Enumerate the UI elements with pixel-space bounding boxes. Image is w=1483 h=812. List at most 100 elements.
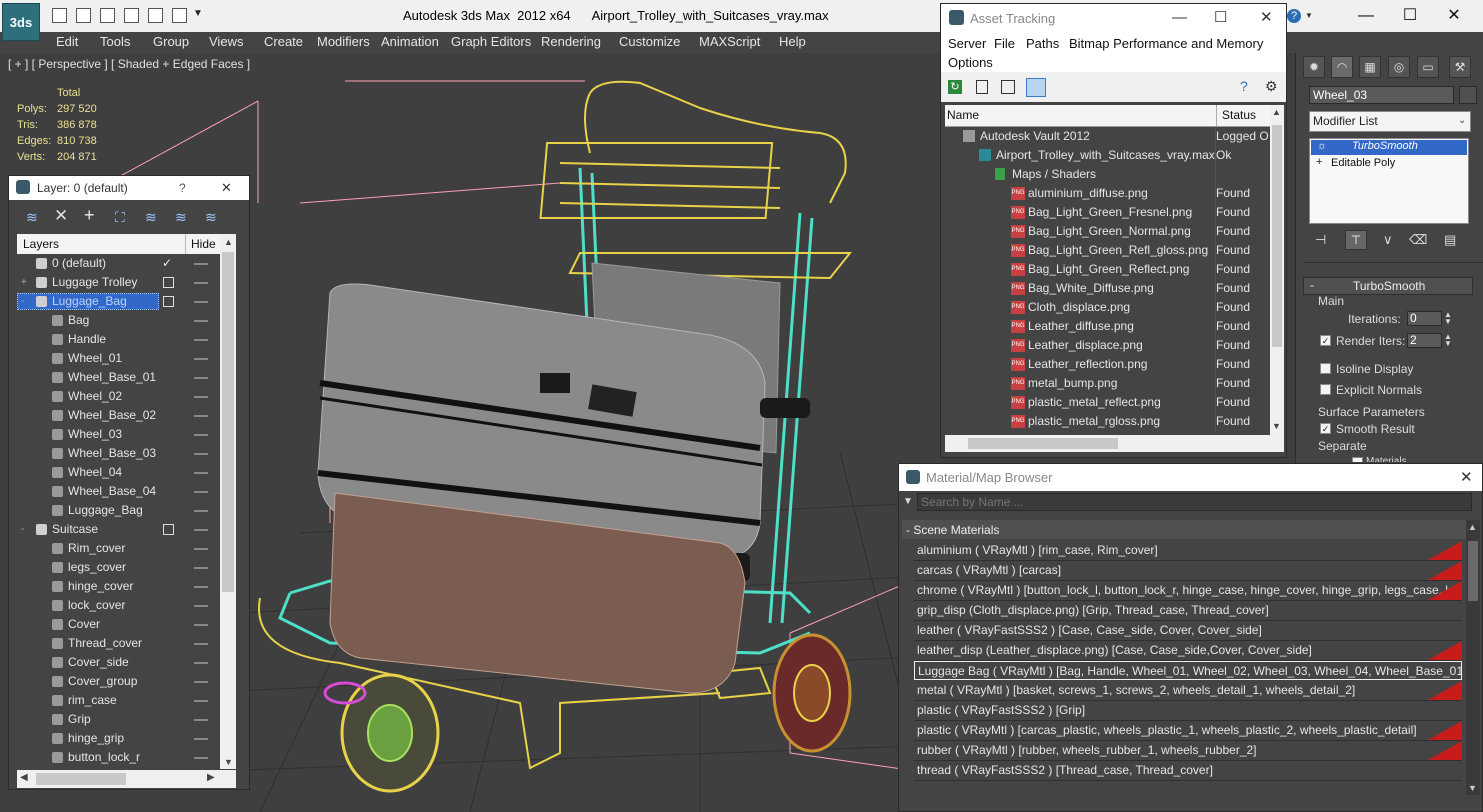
layer-row[interactable]: - Luggage_Bag — [17, 292, 220, 311]
rollout-collapse-icon[interactable]: - — [1310, 278, 1314, 292]
asset-tracking-minimize-button[interactable]: — — [1172, 9, 1187, 26]
scroll-right-arrow-icon[interactable]: ▶ — [207, 772, 215, 783]
at-menu-options[interactable]: Options — [948, 55, 993, 70]
layer-row[interactable]: - Suitcase — [17, 520, 220, 539]
layer-row[interactable]: Rim_cover — [17, 539, 220, 558]
menu-views[interactable]: Views — [209, 34, 243, 49]
hide-toggle[interactable] — [194, 738, 208, 740]
undo-icon[interactable] — [100, 8, 115, 23]
refresh-icon[interactable]: ↻ — [948, 80, 962, 94]
layer-row[interactable]: button_lock_r — [17, 748, 220, 767]
menu-create[interactable]: Create — [264, 34, 303, 49]
quick-access-dropdown-icon[interactable]: ▼ — [193, 8, 203, 19]
table-view-icon[interactable] — [1026, 78, 1046, 97]
material-row[interactable]: Luggage Bag ( VRayMtl ) [Bag, Handle, Wh… — [914, 661, 1462, 680]
at-help-icon[interactable]: ? — [1240, 78, 1248, 94]
scroll-up-arrow-icon[interactable]: ▲ — [224, 237, 233, 247]
save-file-icon[interactable] — [76, 8, 91, 23]
menu-graph-editors[interactable]: Graph Editors — [451, 34, 531, 49]
menu-help[interactable]: Help — [779, 34, 806, 49]
hide-toggle[interactable] — [194, 396, 208, 398]
layer-row[interactable]: Handle — [17, 330, 220, 349]
object-color-swatch[interactable] — [1459, 86, 1477, 104]
layer-row[interactable]: Cover_side — [17, 653, 220, 672]
hierarchy-tab-icon[interactable]: ▦ — [1359, 56, 1381, 78]
layer-row[interactable]: Wheel_04 — [17, 463, 220, 482]
create-layer-icon[interactable]: ≋ — [26, 209, 38, 226]
layer-row[interactable]: lock_cover — [17, 596, 220, 615]
motion-tab-icon[interactable]: ◎ — [1388, 56, 1410, 78]
hide-toggle[interactable] — [194, 586, 208, 588]
hide-toggle[interactable] — [194, 757, 208, 759]
hide-toggle[interactable] — [194, 491, 208, 493]
material-row[interactable]: plastic ( VRayMtl ) [carcas_plastic, whe… — [914, 721, 1462, 741]
bulb-icon[interactable]: ☼ — [1317, 140, 1327, 152]
asset-row[interactable]: Autodesk Vault 2012 Logged O — [945, 127, 1270, 146]
hide-toggle[interactable] — [194, 643, 208, 645]
viewport-label[interactable]: [ + ] [ Perspective ] [ Shaded + Edged F… — [8, 57, 250, 71]
material-row[interactable]: metal ( VRayMtl ) [basket, screws_1, scr… — [914, 681, 1462, 701]
utilities-tab-icon[interactable]: ⚒ — [1449, 56, 1471, 78]
asset-row[interactable]: PNG Leather_diffuse.png Found — [945, 317, 1270, 336]
collapse-minus-icon[interactable]: - — [21, 520, 24, 539]
render-iters-spinner[interactable]: 2 — [1407, 333, 1442, 348]
material-row[interactable]: aluminium ( VRayMtl ) [rim_case, Rim_cov… — [914, 541, 1462, 561]
hide-toggle[interactable] — [194, 358, 208, 360]
asset-row[interactable]: PNG Leather_reflection.png Found — [945, 355, 1270, 374]
asset-row[interactable]: Maps / Shaders — [945, 165, 1270, 184]
hide-toggle[interactable] — [194, 301, 208, 303]
layer-row[interactable]: Cover_group — [17, 672, 220, 691]
asset-row[interactable]: PNG Bag_Light_Green_Fresnel.png Found — [945, 203, 1270, 222]
current-layer-check-icon[interactable]: ✓ — [162, 254, 172, 273]
layer-row[interactable]: Wheel_03 — [17, 425, 220, 444]
help-icon[interactable]: ? — [1287, 9, 1301, 23]
menu-animation[interactable]: Animation — [381, 34, 439, 49]
asset-row[interactable]: PNG Bag_White_Diffuse.png Found — [945, 279, 1270, 298]
asset-tracking-maximize-button[interactable]: ☐ — [1214, 8, 1227, 26]
hide-toggle[interactable] — [194, 320, 208, 322]
close-window-button[interactable]: ✕ — [1444, 6, 1464, 26]
open-file-icon[interactable] — [52, 8, 67, 23]
collapse-minus-icon[interactable]: - — [21, 292, 24, 311]
hide-all-layers-icon[interactable]: ≋ — [175, 209, 187, 226]
hide-toggle[interactable] — [194, 339, 208, 341]
at-menu-file[interactable]: File — [994, 36, 1015, 51]
layer-panel-help-button[interactable]: ? — [179, 181, 186, 195]
layer-row[interactable]: legs_cover — [17, 558, 220, 577]
asset-row[interactable]: PNG metal_bump.png Found — [945, 374, 1270, 393]
hold-icon[interactable] — [172, 8, 187, 23]
asset-row[interactable]: PNG aluminium_diffuse.png Found — [945, 184, 1270, 203]
at-scroll-up-icon[interactable]: ▲ — [1272, 107, 1281, 117]
material-row[interactable]: grip_disp (Cloth_displace.png) [Grip, Th… — [914, 601, 1462, 621]
render-iters-checkbox[interactable]: ✓ — [1320, 335, 1331, 346]
material-row[interactable]: leather_disp (Leather_displace.png) [Cas… — [914, 641, 1462, 661]
hide-toggle[interactable] — [194, 377, 208, 379]
list-view-icon[interactable] — [976, 80, 988, 94]
set-current-layer-box[interactable] — [163, 524, 174, 535]
hide-toggle[interactable] — [194, 624, 208, 626]
isoline-display-checkbox[interactable] — [1320, 363, 1331, 374]
asset-row[interactable]: PNG Bag_Light_Green_Normal.png Found — [945, 222, 1270, 241]
expand-plus-icon[interactable]: + — [1316, 156, 1322, 168]
hide-toggle[interactable] — [194, 263, 208, 265]
configure-modifier-sets-icon[interactable]: ▤ — [1444, 232, 1456, 248]
layer-row[interactable]: Luggage_Bag — [17, 501, 220, 520]
create-tab-icon[interactable]: ✹ — [1303, 56, 1325, 78]
hide-toggle[interactable] — [194, 415, 208, 417]
hide-toggle[interactable] — [194, 605, 208, 607]
make-unique-icon[interactable]: ∨ — [1383, 232, 1393, 248]
object-name-field[interactable]: Wheel_03 — [1309, 86, 1454, 104]
menu-tools[interactable]: Tools — [100, 34, 130, 49]
set-current-layer-box[interactable] — [163, 296, 174, 307]
material-scroll-thumb[interactable] — [1468, 541, 1478, 601]
at-menu-paths[interactable]: Paths — [1026, 36, 1059, 51]
material-search-input[interactable] — [917, 493, 1472, 511]
hide-toggle[interactable] — [194, 453, 208, 455]
expand-plus-icon[interactable]: + — [21, 273, 27, 292]
layer-row[interactable]: 0 (default) ✓ — [17, 254, 220, 273]
at-scroll-thumb[interactable] — [1272, 125, 1282, 347]
at-settings-icon[interactable]: ⚙ — [1265, 78, 1278, 95]
remove-modifier-icon[interactable]: ⌫ — [1409, 232, 1427, 248]
asset-row[interactable]: PNG Bag_Light_Green_Refl_gloss.png Found — [945, 241, 1270, 260]
hide-toggle[interactable] — [194, 529, 208, 531]
